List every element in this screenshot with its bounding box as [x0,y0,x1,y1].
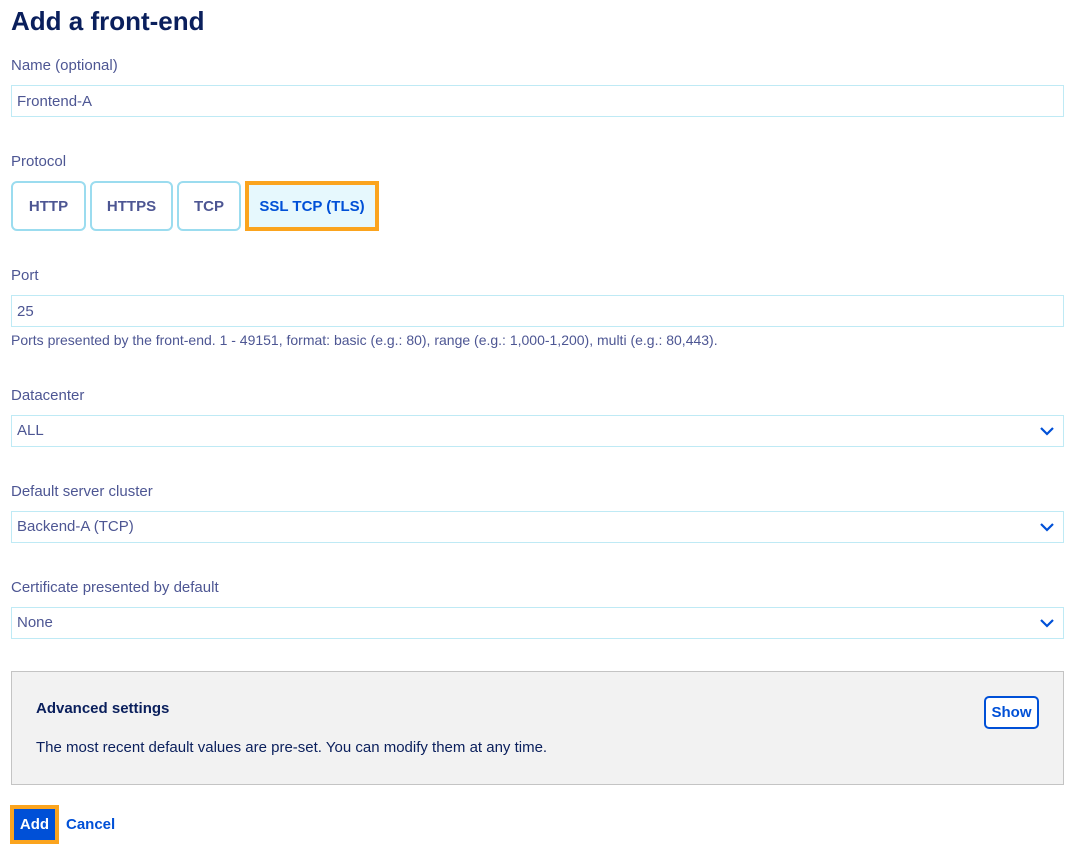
datacenter-label: Datacenter [11,387,85,404]
advanced-settings-title: Advanced settings [36,700,170,717]
advanced-settings-panel: Advanced settings The most recent defaul… [11,671,1064,785]
add-button[interactable]: Add [10,805,59,844]
certificate-value: None [17,614,53,631]
chevron-down-icon [1040,523,1054,532]
name-input[interactable] [11,85,1064,117]
certificate-select[interactable]: None [11,607,1064,639]
advanced-settings-description: The most recent default values are pre-s… [36,739,548,756]
cluster-value: Backend-A (TCP) [17,518,134,535]
datacenter-value: ALL [17,422,44,439]
port-help-text: Ports presented by the front-end. 1 - 49… [11,332,718,348]
cluster-label: Default server cluster [11,483,153,500]
protocol-label: Protocol [11,153,67,170]
protocol-tcp-button[interactable]: TCP [177,181,241,231]
name-label: Name (optional) [11,57,118,74]
certificate-label: Certificate presented by default [11,579,219,596]
protocol-http-button[interactable]: HTTP [11,181,86,231]
port-input[interactable] [11,295,1064,327]
cancel-link[interactable]: Cancel [66,815,115,835]
chevron-down-icon [1040,427,1054,436]
protocol-ssl-tcp-button[interactable]: SSL TCP (TLS) [245,181,379,231]
page-title: Add a front-end [11,6,205,36]
datacenter-select[interactable]: ALL [11,415,1064,447]
protocol-https-button[interactable]: HTTPS [90,181,173,231]
chevron-down-icon [1040,619,1054,628]
cluster-select[interactable]: Backend-A (TCP) [11,511,1064,543]
port-label: Port [11,267,39,284]
show-advanced-button[interactable]: Show [984,696,1039,729]
